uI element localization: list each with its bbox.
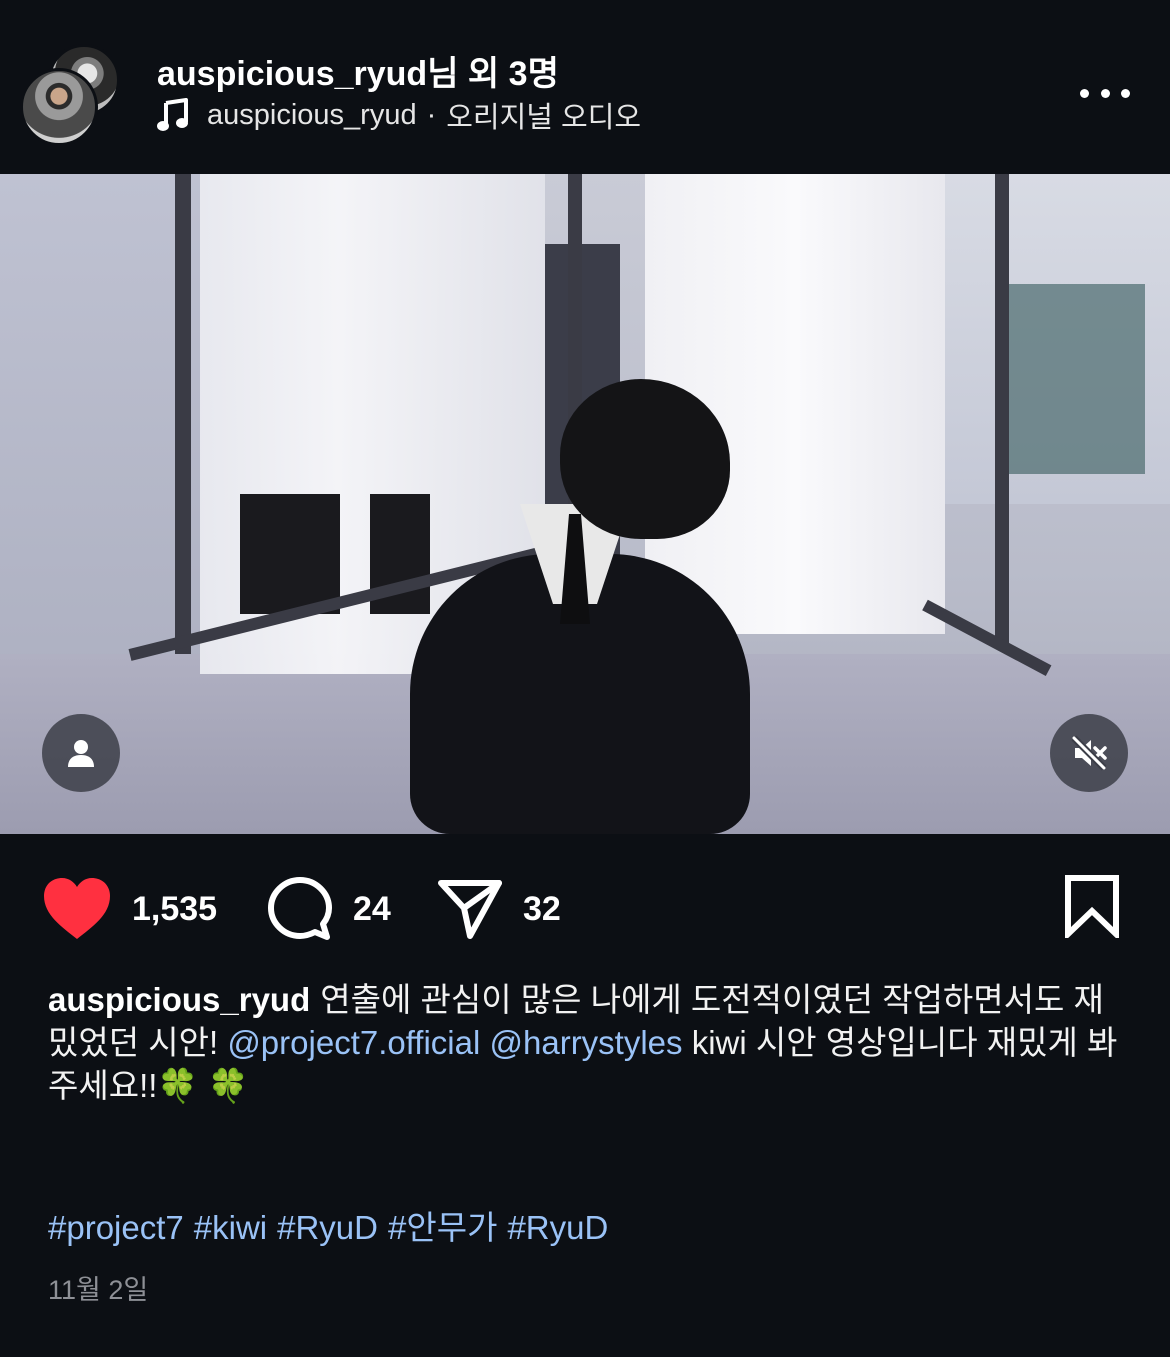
share-count[interactable]: 32 [523,890,561,929]
save-button[interactable] [1062,874,1122,944]
reel-video[interactable] [0,174,1170,834]
like-button[interactable]: 1,535 [42,874,217,944]
more-options-button[interactable] [1080,80,1130,106]
hashtag-link[interactable]: #안무가 [388,1209,497,1246]
more-horizontal-icon [1100,88,1110,98]
more-horizontal-icon [1080,88,1089,98]
post-date: 11월 2일 [48,1275,149,1305]
post-header: auspicious_ryud님 외 3명 auspicious_ryud · … [0,0,1170,174]
paper-plane-icon [438,880,502,939]
audio-attribution[interactable]: auspicious_ryud · 오리지널 오디오 [157,94,641,136]
comment-button[interactable]: 24 [267,874,391,944]
speaker-muted-icon [1071,735,1107,771]
heart-filled-icon [44,878,110,939]
avatar[interactable] [20,68,98,146]
comment-icon [268,877,332,940]
mention-link[interactable]: @harrystyles [490,1024,683,1061]
mute-toggle-button[interactable] [1050,714,1128,792]
collab-avatars[interactable] [20,44,120,146]
video-scene [175,174,191,654]
music-note-icon [157,98,188,131]
bookmark-icon [1065,875,1119,942]
video-scene [0,174,200,674]
hashtag-link[interactable]: #kiwi [194,1209,267,1246]
video-scene [240,494,340,614]
audio-separator: · [426,98,437,131]
audio-title[interactable]: 오리지널 오디오 [446,94,641,136]
comment-count[interactable]: 24 [353,890,391,929]
more-horizontal-icon [1121,88,1130,98]
post-actions: 1,535 24 32 [0,834,1170,974]
hashtag-link[interactable]: #RyuD [277,1209,378,1246]
person-icon [68,740,94,767]
hashtag-list: #project7 #kiwi #RyuD #안무가 #RyuD [48,1206,618,1249]
collaborators-link[interactable]: 님 외 3명 [427,55,559,93]
tagged-people-button[interactable] [42,714,120,792]
caption-username[interactable]: auspicious_ryud [48,981,310,1018]
hashtag-link[interactable]: #project7 [48,1209,184,1246]
post-caption: auspicious_ryud 연출에 관심이 많은 나에게 도전적이였던 작업하… [48,978,1128,1107]
like-count[interactable]: 1,535 [132,890,217,929]
video-scene [995,174,1009,644]
audio-user[interactable]: auspicious_ryud [207,99,417,132]
author-username[interactable]: auspicious_ryud [157,55,427,93]
video-scene [945,174,1170,504]
share-button[interactable]: 32 [437,874,561,944]
hashtag-link[interactable]: #RyuD [507,1209,608,1246]
mention-link[interactable]: @project7.official [227,1024,480,1061]
post-title: auspicious_ryud님 외 3명 [157,54,559,94]
